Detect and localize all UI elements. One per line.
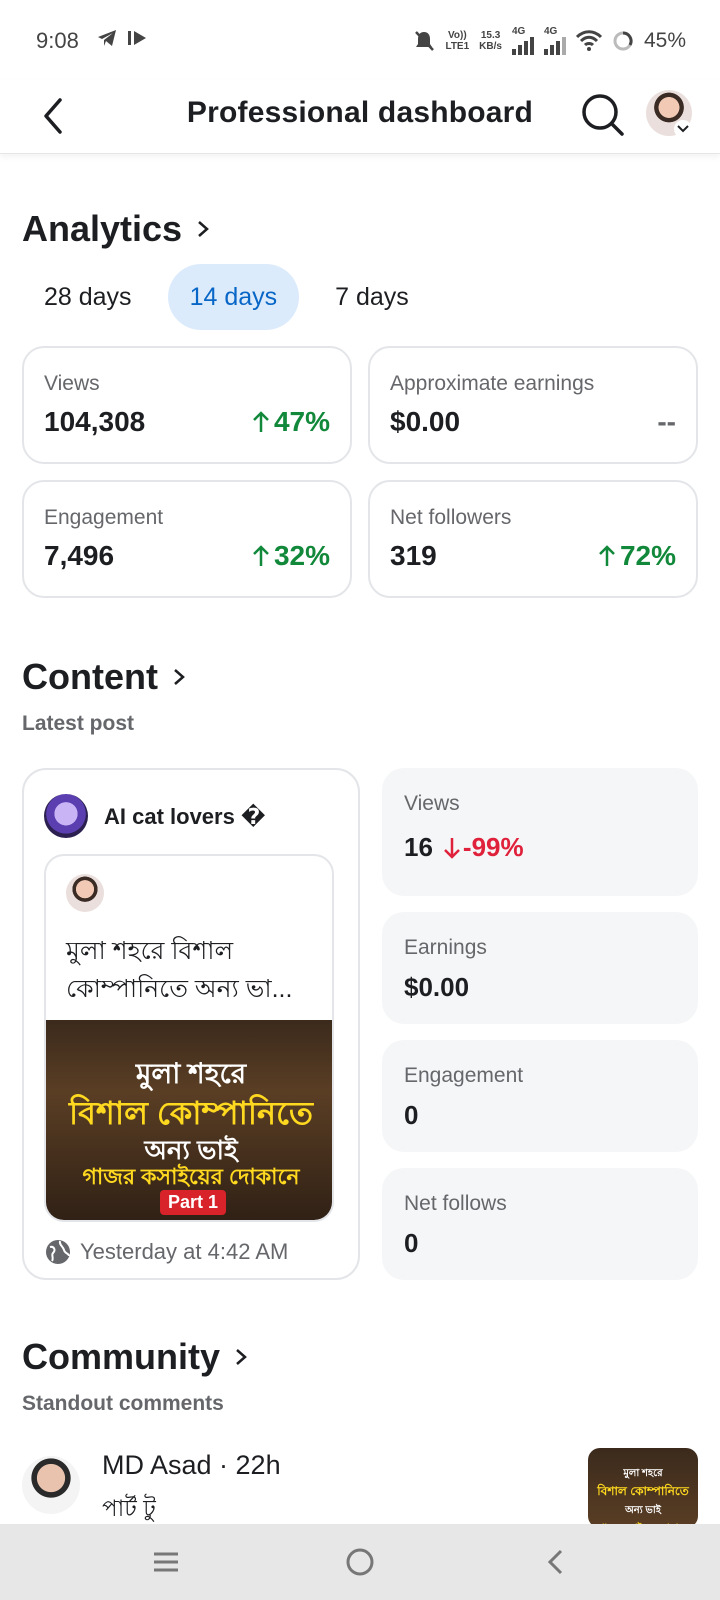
search-button[interactable] [580,92,626,138]
signal-sim1-icon: 4G [511,26,534,55]
post-views-stat: Views 16 -99% [382,768,698,896]
analytics-title: Analytics [22,208,183,249]
post-earnings-value: $0.00 [404,972,470,1002]
earnings-label: Approximate earnings [390,372,595,395]
latest-post-card[interactable]: AI cat lovers � মুলা শহরে বিশাল কোম্পানি… [22,768,360,1280]
top-app-bar: Professional dashboard [0,80,720,154]
battery-icon [613,30,633,50]
post-author-avatar [66,874,104,912]
page-name: AI cat lovers � [104,804,266,829]
community-subtitle: Standout comments [22,1392,224,1415]
page-avatar [44,794,88,838]
system-nav-bar [0,1524,720,1600]
earnings-card[interactable]: Approximate earnings $0.00 -- [368,346,698,464]
date-range-tabs: 28 days 14 days 7 days [22,264,445,330]
content-title: Content [22,656,158,697]
menu-icon [154,1552,178,1572]
net-followers-label: Net followers [390,506,512,529]
views-trend: 47% [252,406,330,438]
tab-7-days[interactable]: 7 days [313,264,431,330]
chevron-right-icon [174,669,185,685]
content-section-link[interactable]: Content [22,656,186,698]
status-right-icons: Vo)) LTE1 15.3 KB/s 4G 4G 45% [413,26,686,55]
volte-indicator: Vo)) LTE1 [445,29,470,52]
comment-post-thumbnail: মুলা শহরে বিশাল কোম্পানিতে অন্য ভাই গাজর… [588,1448,698,1528]
media-icon [128,31,146,45]
engagement-label: Engagement [44,506,164,529]
search-icon [582,94,624,136]
chevron-right-icon [198,221,209,237]
status-left-icons [96,28,148,48]
profile-chevron-icon [674,120,692,138]
earnings-trend: -- [657,406,676,437]
status-time: 9:08 [36,28,79,53]
net-followers-card[interactable]: Net followers 319 72% [368,480,698,598]
speed-indicator: 15.3 KB/s [479,29,502,52]
post-preview[interactable]: মুলা শহরে বিশাল কোম্পানিতে অন্য ভা... মু… [44,854,334,1222]
arrow-up-icon [253,545,269,566]
engagement-value: 7,496 [44,540,115,571]
home-circle-icon [346,1548,374,1576]
arrow-up-icon [253,411,269,432]
net-followers-value: 319 [390,540,437,571]
engagement-card[interactable]: Engagement 7,496 32% [22,480,352,598]
post-engagement-stat: Engagement 0 [382,1040,698,1152]
arrow-down-icon [444,837,460,859]
globe-icon [46,1240,70,1264]
analytics-section-link[interactable]: Analytics [22,208,210,250]
recent-apps-button[interactable] [146,1544,186,1580]
post-views-trend: -99% [443,832,524,863]
wifi-icon [575,29,602,51]
signal-sim2-icon: 4G [543,26,566,55]
community-title: Community [22,1336,220,1377]
engagement-trend: 32% [252,540,330,572]
back-chevron-icon [547,1549,563,1575]
comment-author-avatar [22,1456,80,1514]
tab-28-days[interactable]: 28 days [22,264,154,330]
mute-icon [415,30,435,51]
post-engagement-value: 0 [404,1100,419,1130]
post-text: মুলা শহরে বিশাল কোম্পানিতে অন্য ভা... [66,937,293,1003]
net-followers-trend: 72% [598,540,676,572]
views-label: Views [44,372,100,395]
system-back-button[interactable] [536,1544,576,1580]
views-value: 104,308 [44,406,146,437]
community-section-link[interactable]: Community [22,1336,248,1378]
post-earnings-stat: Earnings $0.00 [382,912,698,1024]
post-time: Yesterday at 4:42 AM [80,1239,289,1264]
arrow-up-icon [599,545,615,566]
status-bar: 9:08 Vo)) LTE1 15.3 KB/s 4G 4G 45% [0,0,720,80]
post-meta: Yesterday at 4:42 AM [44,1238,288,1266]
earnings-value: $0.00 [390,406,461,437]
comment-author: MD Asad · 22h [102,1450,281,1480]
part-badge: Part 1 [160,1190,227,1215]
tab-14-days[interactable]: 14 days [167,264,300,330]
post-thumbnail: মুলা শহরে বিশাল কোম্পানিতে অন্য ভাই গাজর… [46,1020,332,1220]
post-net-follows-stat: Net follows 0 [382,1168,698,1280]
content-subtitle: Latest post [22,712,135,735]
post-views-value: 16 [404,832,433,862]
views-card[interactable]: Views 104,308 47% [22,346,352,464]
standout-comment[interactable]: MD Asad · 22h পার্ট টু মুলা শহরে বিশাল ক… [22,1448,698,1528]
battery-percent: 45% [643,28,686,52]
post-net-follows-value: 0 [404,1228,419,1258]
home-button[interactable] [340,1544,380,1580]
chevron-right-icon [236,1349,247,1365]
telegram-icon [98,30,116,46]
